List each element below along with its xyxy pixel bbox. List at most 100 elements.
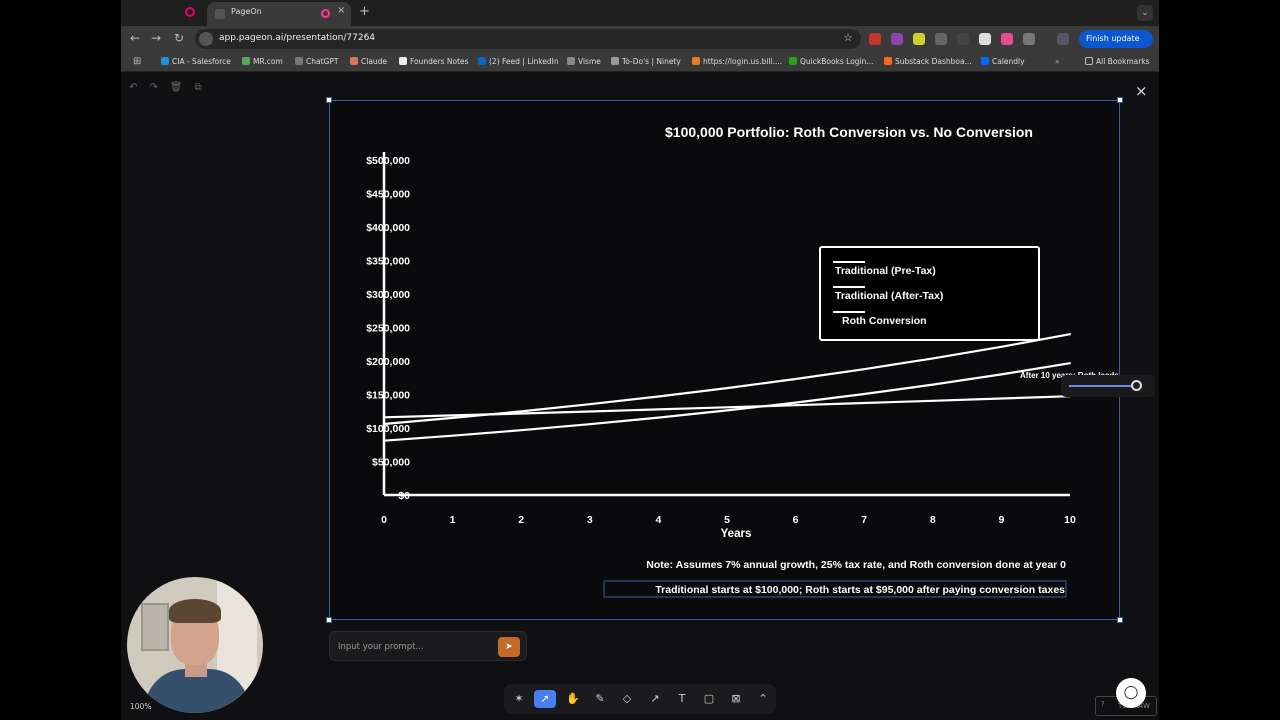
bookmark-item[interactable]: CIA - Salesforce xyxy=(161,57,231,66)
bookmark-item[interactable]: Founders Notes xyxy=(399,57,469,66)
bookmark-item[interactable]: QuickBooks Login... xyxy=(789,57,874,66)
legend-label: Roth Conversion xyxy=(842,315,927,327)
tab-search-chevron-icon[interactable]: ⌄ xyxy=(1137,5,1153,21)
slider-knob[interactable] xyxy=(1130,380,1142,391)
drawing-toolbar: ✶ ➚ ✋ ✎ ◇ ↗ T ▢ ⊠ ⌃ xyxy=(504,684,776,714)
close-tab-icon[interactable]: × xyxy=(337,5,345,16)
undo-icon[interactable]: ↶ xyxy=(129,82,137,93)
profile-icon[interactable] xyxy=(1057,33,1069,45)
y-tick-label: $500,000 xyxy=(366,155,410,167)
laser-icon[interactable]: ✶ xyxy=(508,690,530,708)
apps-grid-icon[interactable]: ⊞ xyxy=(133,56,141,67)
note-icon[interactable]: ▢ xyxy=(698,690,720,708)
tab-title: PageOn xyxy=(231,7,262,16)
extension-icon-7[interactable] xyxy=(1001,33,1013,45)
bookmark-item[interactable]: Substack Dashboa... xyxy=(884,57,972,66)
bookmark-label: Substack Dashboa... xyxy=(895,57,972,66)
bookmark-label: Claude xyxy=(361,57,388,66)
bookmark-item[interactable]: To-Do's | Ninety xyxy=(611,57,681,66)
pageon-favicon-icon xyxy=(215,9,225,19)
extension-icon-8[interactable] xyxy=(1023,33,1035,45)
x-axis-label: Years xyxy=(721,528,752,540)
y-tick-label: $300,000 xyxy=(366,289,410,301)
bookmark-item[interactable]: Visme xyxy=(567,57,601,66)
text-icon[interactable]: T xyxy=(671,690,693,708)
bookmark-item[interactable]: https://login.us.bill.... xyxy=(692,57,782,66)
duplicate-icon[interactable]: ⧉ xyxy=(194,82,201,93)
prompt-box: ➤ xyxy=(329,631,527,661)
bookmark-label: CIA - Salesforce xyxy=(172,57,231,66)
send-icon[interactable]: ➤ xyxy=(498,637,520,657)
bookmark-item[interactable]: (2) Feed | LinkedIn xyxy=(478,57,559,66)
all-bookmarks[interactable]: All Bookmarks xyxy=(1085,57,1150,66)
line-chart: $100,000 Portfolio: Roth Conversion vs. … xyxy=(366,124,1121,598)
bookmark-label: Visme xyxy=(578,57,601,66)
bookmark-label: https://login.us.bill.... xyxy=(703,57,783,66)
help-icon[interactable]: ? xyxy=(1101,700,1105,708)
series-line-2 xyxy=(382,362,1072,442)
bookmark-item[interactable]: Calendly xyxy=(981,57,1025,66)
address-bar-row: ← → ↻ app.pageon.ai/presentation/77264 ☆… xyxy=(121,26,1159,52)
bookmark-favicon-icon xyxy=(399,57,407,65)
hand-icon[interactable]: ✋ xyxy=(562,690,584,708)
bookmark-favicon-icon xyxy=(478,57,486,65)
more-tools-chevron-icon[interactable]: ⌃ xyxy=(752,690,774,708)
bookmark-favicon-icon xyxy=(295,57,303,65)
tab-pageon[interactable]: PageOn × xyxy=(207,2,351,26)
pencil-icon[interactable]: ✎ xyxy=(589,690,611,708)
forward-icon[interactable]: → xyxy=(148,31,164,45)
omnibox[interactable]: app.pageon.ai/presentation/77264 ☆ xyxy=(195,29,861,49)
y-tick-label: $250,000 xyxy=(366,323,410,335)
extension-icon-2[interactable] xyxy=(891,33,903,45)
select-cursor-icon[interactable]: ➚ xyxy=(534,690,556,708)
bookmark-item[interactable]: Claude xyxy=(350,57,387,66)
screen: PageOn × + ⌄ ← → ↻ app.pageon.ai/present… xyxy=(121,0,1159,720)
history-toolbar: ↶ ↷ 🗑 ⧉ xyxy=(129,82,214,93)
arrow-icon[interactable]: ↗ xyxy=(644,690,666,708)
tab-strip: PageOn × + ⌄ xyxy=(121,0,1159,26)
finish-update-button[interactable]: Finish update xyxy=(1079,30,1153,48)
image-icon[interactable]: ⊠ xyxy=(725,690,747,708)
delete-icon[interactable]: 🗑 xyxy=(170,82,183,93)
y-tick-label: $50,000 xyxy=(372,457,410,469)
extension-icon-5[interactable] xyxy=(957,33,969,45)
x-tick-label: 1 xyxy=(450,514,456,526)
resize-handle-bottom-right[interactable] xyxy=(1117,617,1123,623)
chart-slide[interactable]: $100,000 Portfolio: Roth Conversion vs. … xyxy=(329,100,1121,620)
y-tick-label: $450,000 xyxy=(366,189,410,201)
x-tick-label: 6 xyxy=(793,514,799,526)
bookmark-label: Calendly xyxy=(992,57,1025,66)
resize-handle-top-right[interactable] xyxy=(1117,97,1123,103)
slider-track[interactable] xyxy=(1069,385,1139,387)
chat-icon[interactable]: ◯ xyxy=(1116,678,1146,708)
prompt-input[interactable] xyxy=(338,639,488,655)
eraser-icon[interactable]: ◇ xyxy=(616,690,638,708)
x-tick-label: 7 xyxy=(861,514,867,526)
bookmarks-bar: ⊞ CIA - Salesforce MR.com ChatGPT Claude Fou… xyxy=(121,52,1159,72)
y-tick-label: $150,000 xyxy=(366,390,410,402)
stroke-slider[interactable] xyxy=(1061,375,1155,397)
reload-icon[interactable]: ↻ xyxy=(171,31,187,45)
more-bookmarks-icon[interactable]: » xyxy=(1055,57,1060,66)
extension-icon-3[interactable] xyxy=(913,33,925,45)
redo-icon[interactable]: ↷ xyxy=(149,82,157,93)
resize-handle-bottom-left[interactable] xyxy=(326,617,332,623)
close-editor-icon[interactable]: × xyxy=(1135,82,1148,100)
x-tick-label: 9 xyxy=(998,514,1004,526)
webcam-hair xyxy=(169,599,221,623)
folder-icon xyxy=(1085,57,1093,65)
bookmark-star-icon[interactable]: ☆ xyxy=(843,31,853,44)
y-tick-label: $0 xyxy=(398,490,410,502)
bookmark-item[interactable]: MR.com xyxy=(242,57,283,66)
series-line-3 xyxy=(382,395,1072,419)
resize-handle-top-left[interactable] xyxy=(326,97,332,103)
editor-canvas[interactable]: ↶ ↷ 🗑 ⧉ × $100,000 Portfolio: Roth Conversi… xyxy=(121,72,1159,720)
extension-icon-1[interactable] xyxy=(869,33,881,45)
extension-icon-4[interactable] xyxy=(935,33,947,45)
extension-icon-6[interactable] xyxy=(979,33,991,45)
bookmark-item[interactable]: ChatGPT xyxy=(295,57,338,66)
bookmark-label: (2) Feed | LinkedIn xyxy=(489,57,559,66)
site-info-icon[interactable] xyxy=(199,32,213,46)
new-tab-icon[interactable]: + xyxy=(359,4,370,19)
back-icon[interactable]: ← xyxy=(127,31,143,45)
